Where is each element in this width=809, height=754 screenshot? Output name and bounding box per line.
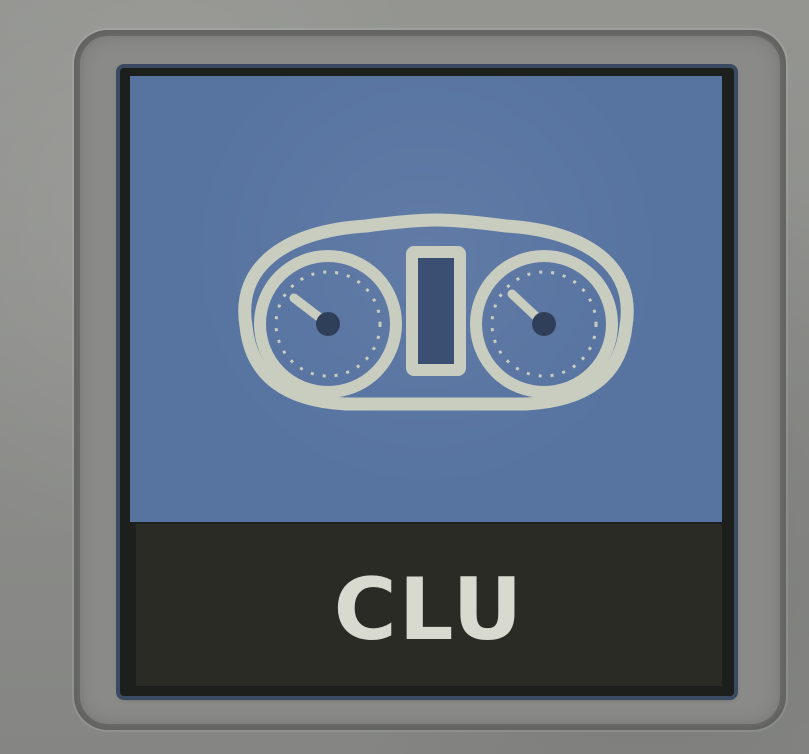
clu-button[interactable]: CLU	[120, 68, 734, 696]
tile-icon-area	[130, 76, 722, 522]
tile-label: CLU	[333, 560, 525, 660]
tile-label-area: CLU	[136, 524, 722, 686]
instrument-cluster-icon	[238, 213, 634, 411]
